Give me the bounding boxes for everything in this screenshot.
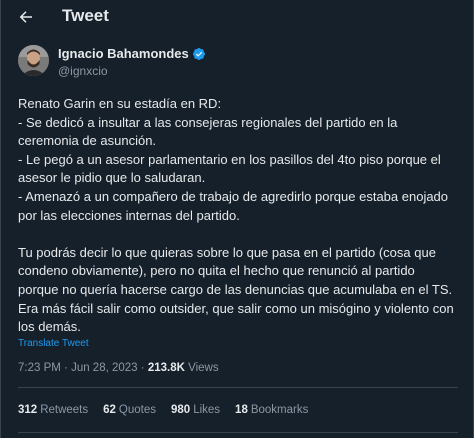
retweets-stat[interactable]: 312 Retweets [18,404,88,416]
retweets-label: Retweets [40,404,89,416]
divider [18,387,458,388]
quotes-count: 62 [103,404,116,416]
tweet-page: Tweet Ignacio Bahamondes @ignxcio Renato… [0,0,474,438]
views-label: Views [184,362,219,374]
verified-badge-icon [192,47,205,60]
tweet-date[interactable]: Jun 28, 2023 [71,362,138,374]
author-name-text: Ignacio Bahamondes [58,46,189,61]
bookmarks-count: 18 [235,404,248,416]
back-button[interactable] [11,3,41,31]
tweet-meta: 7:23 PM · Jun 28, 2023 · 213.8K Views [18,362,219,374]
tweet-stats: 312 Retweets 62 Quotes 980 Likes 18 Bookmark… [18,404,323,416]
author-handle[interactable]: @ignxcio [58,64,108,78]
quotes-stat[interactable]: 62 Quotes [103,404,156,416]
arrow-left-icon [19,11,32,23]
page-title: Tweet [62,6,109,25]
retweets-count: 312 [18,404,38,416]
likes-count: 980 [171,404,191,416]
author-name[interactable]: Ignacio Bahamondes [58,46,206,61]
meta-separator: · [60,362,72,374]
likes-stat[interactable]: 980 Likes [171,404,220,416]
translate-tweet-link[interactable]: Translate Tweet [18,338,89,349]
tweet-paragraph: Renato Garin en su estadía en RD: - Se d… [18,96,449,223]
tweet-text: Renato Garin en su estadía en RD: - Se d… [18,95,458,337]
divider [18,432,458,433]
likes-label: Likes [193,404,221,416]
tweet-time[interactable]: 7:23 PM [18,362,61,374]
avatar[interactable] [18,45,49,76]
meta-separator: · [137,362,148,374]
bookmarks-label: Bookmarks [250,404,309,416]
bookmarks-stat[interactable]: 18 Bookmarks [235,404,308,416]
quotes-label: Quotes [118,404,156,416]
avatar-image [18,45,49,76]
views-count: 213.8K [147,362,185,374]
tweet-paragraph: Tu podrás decir lo que quieras sobre lo … [18,244,458,335]
header: Tweet [1,0,474,34]
